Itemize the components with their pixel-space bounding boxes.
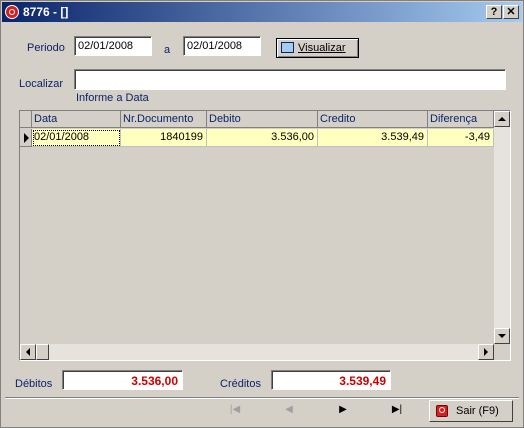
next-record-button[interactable]: ▶: [333, 404, 353, 418]
scroll-up-button[interactable]: [494, 111, 510, 127]
main-window: 8776 - [] ? ✕ Periodo 02/01/2008 a 02/01…: [0, 0, 524, 428]
creditos-total: 3.539,49: [271, 370, 391, 390]
last-record-button[interactable]: ▶|: [387, 404, 407, 418]
scroll-thumb[interactable]: [36, 344, 49, 360]
cell-data[interactable]: 02/01/2008: [32, 129, 121, 147]
scroll-left-button[interactable]: [20, 344, 36, 360]
column-header-documento[interactable]: Nr.Documento: [121, 111, 207, 128]
row-pointer-icon: [24, 133, 29, 143]
localizar-label: Localizar: [19, 78, 64, 90]
localizar-input[interactable]: [74, 69, 506, 90]
exit-icon: [436, 405, 448, 417]
app-icon: [5, 5, 19, 19]
cell-credito[interactable]: 3.539,49: [318, 129, 428, 147]
visualizar-label: Visualizar: [298, 42, 346, 54]
close-button[interactable]: ✕: [503, 5, 519, 19]
date-to-input[interactable]: 02/01/2008: [183, 36, 261, 56]
cell-debito[interactable]: 3.536,00: [207, 129, 318, 147]
a-label: a: [164, 44, 171, 56]
scroll-corner: [494, 344, 510, 360]
hint-text: Informe a Data: [76, 92, 149, 104]
title-bar[interactable]: 8776 - [] ? ✕: [2, 2, 522, 22]
debitos-label: Débitos: [15, 378, 53, 390]
arrow-up-icon: [498, 117, 506, 121]
scroll-down-button[interactable]: [494, 328, 510, 344]
exit-button[interactable]: Sair (F9): [429, 400, 513, 422]
row-indicator: [20, 129, 32, 147]
column-header-diferenca[interactable]: Diferença: [428, 111, 494, 128]
help-button[interactable]: ?: [486, 5, 502, 19]
periodo-label: Periodo: [27, 42, 65, 54]
first-record-button[interactable]: |◀: [225, 404, 245, 418]
vertical-scrollbar[interactable]: [494, 111, 510, 344]
date-from-input[interactable]: 02/01/2008: [74, 36, 152, 56]
window-title: 8776 - []: [23, 5, 69, 19]
arrow-right-icon: [484, 348, 488, 356]
view-icon: [281, 42, 294, 53]
column-header-credito[interactable]: Credito: [318, 111, 428, 128]
scroll-right-button[interactable]: [478, 344, 494, 360]
arrow-down-icon: [498, 334, 506, 338]
cell-diferenca[interactable]: -3,49: [428, 129, 494, 147]
cell-documento[interactable]: 1840199: [121, 129, 207, 147]
horizontal-scrollbar[interactable]: [20, 344, 494, 360]
data-grid[interactable]: Data Nr.Documento Debito Credito Diferen…: [19, 110, 511, 361]
column-header-debito[interactable]: Debito: [207, 111, 318, 128]
creditos-label: Créditos: [220, 378, 261, 390]
prev-record-button[interactable]: ◀: [279, 404, 299, 418]
debitos-total: 3.536,00: [62, 370, 183, 390]
arrow-left-icon: [26, 348, 30, 356]
column-header-data[interactable]: Data: [32, 111, 121, 128]
visualizar-button[interactable]: Visualizar: [276, 38, 359, 58]
indicator-header: [20, 111, 32, 128]
exit-label: Sair (F9): [456, 405, 499, 417]
